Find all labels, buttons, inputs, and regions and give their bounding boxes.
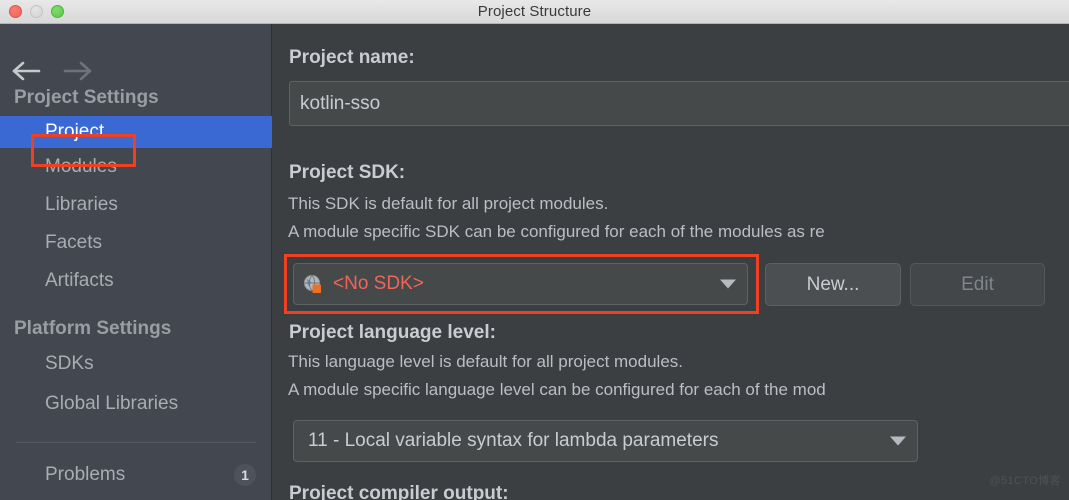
sidebar-item-modules[interactable]: Modules (0, 151, 272, 183)
settings-sidebar: Project Settings Project Modules Librari… (0, 24, 272, 500)
sidebar-item-label: Global Libraries (45, 393, 179, 414)
window-titlebar: Project Structure (0, 0, 1069, 24)
project-settings-panel: Project name: Project SDK: This SDK is d… (273, 24, 1069, 500)
sidebar-item-label: Libraries (45, 194, 118, 215)
sidebar-group-header-platform-settings: Platform Settings (14, 318, 172, 339)
project-name-input[interactable] (289, 81, 1069, 126)
sidebar-item-label: Facets (45, 232, 103, 253)
sidebar-item-label: SDKs (45, 353, 94, 374)
sidebar-group-header-project-settings: Project Settings (14, 87, 159, 108)
maximize-window-button[interactable] (51, 5, 64, 18)
project-sdk-combobox[interactable]: <No SDK> (293, 263, 748, 305)
project-sdk-description-line-1: This SDK is default for all project modu… (288, 194, 609, 213)
window-controls (9, 5, 64, 18)
sidebar-item-global-libraries[interactable]: Global Libraries (0, 388, 272, 420)
project-language-level-value: 11 - Local variable syntax for lambda pa… (308, 430, 719, 451)
back-arrow-icon[interactable] (10, 58, 44, 84)
problems-count-badge: 1 (234, 464, 256, 486)
sidebar-item-artifacts[interactable]: Artifacts (0, 265, 272, 297)
minimize-window-button[interactable] (30, 5, 43, 18)
sidebar-item-label: Problems (45, 464, 126, 485)
window-title: Project Structure (477, 3, 592, 20)
forward-arrow-icon[interactable] (60, 58, 94, 84)
sidebar-divider (16, 442, 256, 443)
sidebar-item-label: Project (45, 121, 105, 142)
project-sdk-description-line-2: A module specific SDK can be configured … (288, 222, 825, 241)
project-sdk-label: Project SDK: (289, 162, 406, 183)
sidebar-item-sdks[interactable]: SDKs (0, 348, 272, 380)
language-level-description-line-2: A module specific language level can be … (288, 380, 826, 399)
chevron-down-icon[interactable] (720, 279, 736, 289)
sidebar-item-label: Artifacts (45, 270, 114, 291)
sidebar-item-problems[interactable]: Problems 1 (0, 459, 272, 491)
project-compiler-output-label: Project compiler output: (289, 483, 509, 500)
project-sdk-value: <No SDK> (333, 273, 424, 294)
sidebar-navbar (0, 24, 272, 81)
sidebar-item-label: Modules (45, 156, 117, 177)
language-level-description-line-1: This language level is default for all p… (288, 352, 683, 371)
watermark: @51CTO博客 (989, 475, 1061, 487)
edit-sdk-button[interactable]: Edit (910, 263, 1045, 306)
chevron-down-icon[interactable] (890, 436, 906, 446)
project-structure-window: Project Structure Project Settings Proje… (0, 0, 1069, 500)
sidebar-item-project[interactable]: Project (0, 116, 272, 148)
sidebar-item-facets[interactable]: Facets (0, 227, 272, 259)
close-window-button[interactable] (9, 5, 22, 18)
globe-warning-icon (303, 274, 323, 294)
new-sdk-button[interactable]: New... (765, 263, 901, 306)
project-name-label: Project name: (289, 47, 415, 68)
sidebar-item-libraries[interactable]: Libraries (0, 189, 272, 221)
project-language-level-label: Project language level: (289, 322, 496, 343)
project-language-level-combobox[interactable]: 11 - Local variable syntax for lambda pa… (293, 420, 918, 462)
